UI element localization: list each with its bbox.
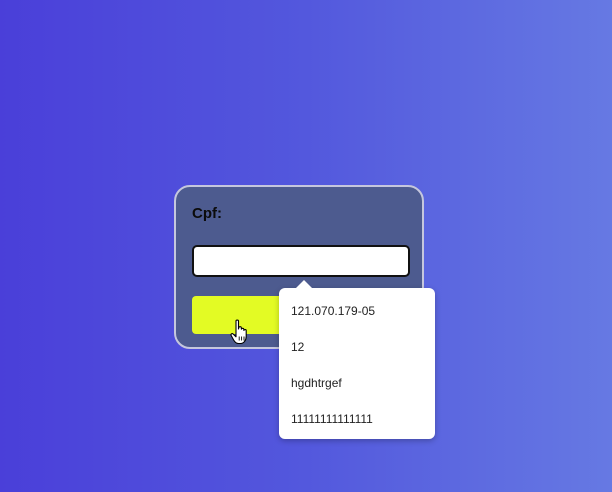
cpf-input[interactable] [192,245,410,277]
autocomplete-option[interactable]: hgdhtrgef [291,376,342,390]
autocomplete-option[interactable]: 12 [291,340,304,354]
cpf-label: Cpf: [192,205,222,222]
hand-pointer-icon [230,319,247,345]
page-background: Cpf: 121.070.179-05 12 hgdhtrgef 1111111… [0,0,612,492]
autocomplete-option[interactable]: 11111111111111 [291,412,373,426]
autocomplete-dropdown: 121.070.179-05 12 hgdhtrgef 111111111111… [279,280,435,439]
autocomplete-option[interactable]: 121.070.179-05 [291,304,375,318]
